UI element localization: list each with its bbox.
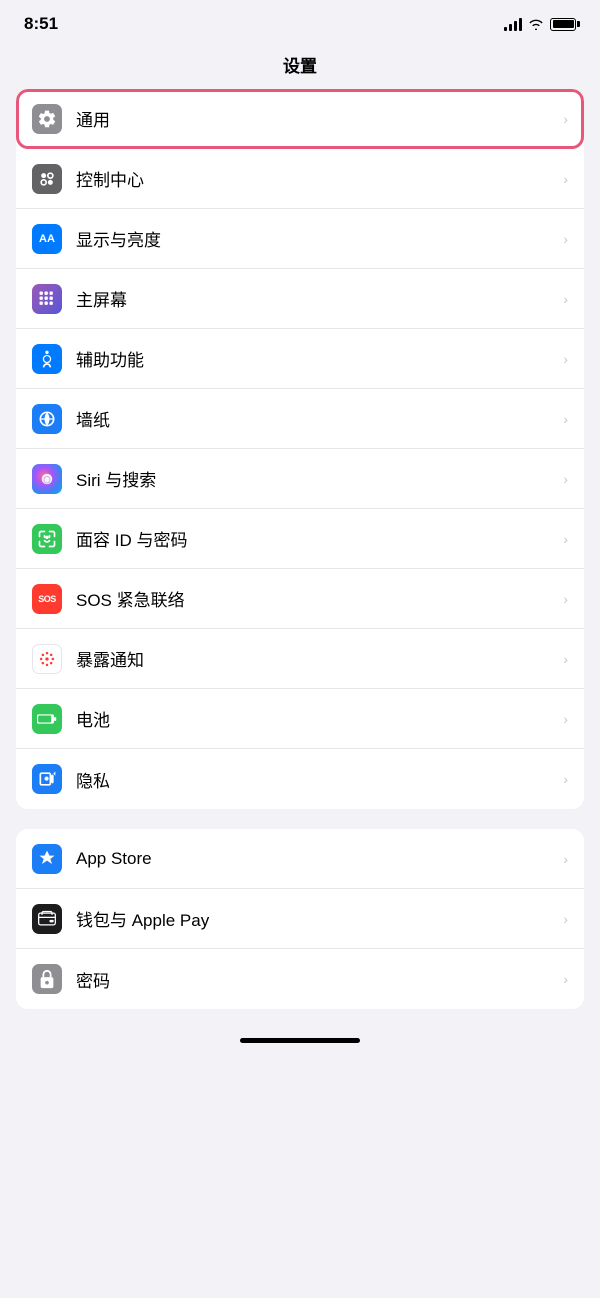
appstore-svg: [37, 849, 57, 869]
sidebar-item-home-screen[interactable]: 主屏幕 ›: [16, 269, 584, 329]
sidebar-item-siri[interactable]: Siri 与搜索 ›: [16, 449, 584, 509]
sidebar-item-control-center[interactable]: 控制中心 ›: [16, 149, 584, 209]
page-title: 设置: [0, 42, 600, 89]
sos-chevron: ›: [563, 591, 568, 607]
control-svg: [37, 169, 57, 189]
siri-icon: [32, 464, 62, 494]
settings-section-2: App Store › 钱包与 Apple Pay › 密码 ›: [16, 829, 584, 1009]
wallpaper-chevron: ›: [563, 411, 568, 427]
wallet-icon: [32, 904, 62, 934]
control-center-icon: [32, 164, 62, 194]
status-bar: 8:51: [0, 0, 600, 42]
sos-icon: SOS: [32, 584, 62, 614]
siri-chevron: ›: [563, 471, 568, 487]
sidebar-item-exposure[interactable]: 暴露通知 ›: [16, 629, 584, 689]
sidebar-item-passwords[interactable]: 密码 ›: [16, 949, 584, 1009]
general-chevron: ›: [563, 111, 568, 127]
passwords-svg: [38, 969, 56, 989]
battery-settings-svg: [37, 712, 57, 726]
general-icon: [32, 104, 62, 134]
accessibility-chevron: ›: [563, 351, 568, 367]
accessibility-icon: [32, 344, 62, 374]
faceid-chevron: ›: [563, 531, 568, 547]
display-label: 显示与亮度: [76, 226, 563, 251]
passwords-chevron: ›: [563, 971, 568, 987]
accessibility-svg: [37, 349, 57, 369]
wallet-chevron: ›: [563, 911, 568, 927]
status-icons: [504, 17, 576, 31]
home-indicator: [240, 1038, 360, 1043]
passwords-label: 密码: [76, 967, 563, 992]
privacy-icon: [32, 764, 62, 794]
siri-svg: [38, 470, 56, 488]
faceid-icon: [32, 524, 62, 554]
wifi-icon: [528, 18, 544, 30]
wallpaper-svg: [37, 409, 57, 429]
sidebar-item-wallet[interactable]: 钱包与 Apple Pay ›: [16, 889, 584, 949]
appstore-label: App Store: [76, 849, 563, 869]
faceid-svg: [37, 529, 57, 549]
sidebar-item-appstore[interactable]: App Store ›: [16, 829, 584, 889]
status-time: 8:51: [24, 14, 58, 34]
appstore-chevron: ›: [563, 851, 568, 867]
wallet-label: 钱包与 Apple Pay: [76, 906, 563, 931]
faceid-label: 面容 ID 与密码: [76, 526, 563, 551]
wallpaper-label: 墙纸: [76, 406, 563, 431]
sidebar-item-accessibility[interactable]: 辅助功能 ›: [16, 329, 584, 389]
home-screen-icon: [32, 284, 62, 314]
battery-icon: [550, 18, 576, 31]
bottom-bar: [0, 1029, 600, 1059]
privacy-chevron: ›: [563, 771, 568, 787]
gear-svg: [37, 109, 57, 129]
settings-section-1: 通用 › 控制中心 › AA 显示与亮度 ›: [16, 89, 584, 809]
home-screen-chevron: ›: [563, 291, 568, 307]
home-screen-label: 主屏幕: [76, 286, 563, 311]
exposure-icon: [32, 644, 62, 674]
privacy-label: 隐私: [76, 767, 563, 792]
accessibility-label: 辅助功能: [76, 346, 563, 371]
battery-label: 电池: [76, 706, 563, 731]
exposure-svg: [37, 649, 57, 669]
sidebar-item-sos[interactable]: SOS SOS 紧急联络 ›: [16, 569, 584, 629]
sidebar-item-privacy[interactable]: 隐私 ›: [16, 749, 584, 809]
display-chevron: ›: [563, 231, 568, 247]
sidebar-item-wallpaper[interactable]: 墙纸 ›: [16, 389, 584, 449]
sidebar-item-faceid[interactable]: 面容 ID 与密码 ›: [16, 509, 584, 569]
wallet-svg: [37, 909, 57, 929]
sos-label: SOS 紧急联络: [76, 586, 563, 611]
sidebar-item-display[interactable]: AA 显示与亮度 ›: [16, 209, 584, 269]
signal-icon: [504, 17, 522, 31]
home-svg: [37, 289, 57, 309]
sidebar-item-general[interactable]: 通用 ›: [16, 89, 584, 149]
appstore-icon: [32, 844, 62, 874]
battery-chevron: ›: [563, 711, 568, 727]
exposure-label: 暴露通知: [76, 646, 563, 671]
privacy-svg: [37, 769, 57, 789]
wallpaper-icon: [32, 404, 62, 434]
general-label: 通用: [76, 106, 563, 131]
passwords-icon: [32, 964, 62, 994]
siri-label: Siri 与搜索: [76, 466, 563, 491]
control-center-label: 控制中心: [76, 166, 563, 191]
exposure-chevron: ›: [563, 651, 568, 667]
battery-settings-icon: [32, 704, 62, 734]
sidebar-item-battery[interactable]: 电池 ›: [16, 689, 584, 749]
display-icon: AA: [32, 224, 62, 254]
control-center-chevron: ›: [563, 171, 568, 187]
